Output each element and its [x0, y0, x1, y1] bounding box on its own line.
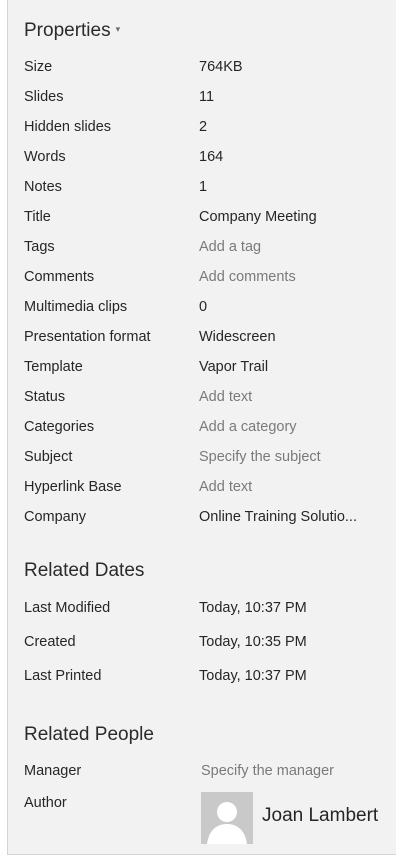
property-label: Multimedia clips: [24, 299, 128, 315]
property-row-hidden-slides: Hidden slides 2: [24, 116, 394, 138]
property-value: 11: [199, 89, 215, 105]
property-value: Vapor Trail: [199, 359, 269, 375]
date-value: Today, 10:35 PM: [199, 634, 307, 650]
document-properties-pane: Properties ▾ Size 764KB Slides 11 Hidden …: [7, 0, 396, 855]
property-label: Subject: [24, 449, 73, 465]
property-value: 764KB: [199, 59, 243, 75]
property-label: Slides: [24, 89, 64, 105]
date-label: Last Printed: [24, 668, 102, 684]
property-label: Company: [24, 509, 87, 525]
chevron-down-icon[interactable]: ▾: [116, 24, 121, 35]
property-label: Tags: [24, 239, 55, 255]
property-label: Title: [24, 209, 51, 225]
property-row-status: Status Add text: [24, 386, 394, 408]
property-row-company: Company Online Training Solutio...: [24, 506, 394, 528]
date-row-created: Created Today, 10:35 PM: [24, 631, 394, 653]
property-value: 164: [199, 149, 224, 165]
property-row-template: Template Vapor Trail: [24, 356, 394, 378]
author-name[interactable]: Joan Lambert: [262, 805, 378, 827]
property-value: 2: [199, 119, 208, 135]
related-dates-heading: Related Dates: [24, 560, 145, 581]
property-label: Notes: [24, 179, 62, 195]
property-value: Widescreen: [199, 329, 276, 345]
comments-field[interactable]: Add comments: [199, 266, 394, 288]
property-label: Status: [24, 389, 66, 405]
avatar[interactable]: [201, 792, 253, 844]
manager-field[interactable]: Specify the manager: [201, 760, 396, 782]
property-row-presentation-format: Presentation format Widescreen: [24, 326, 394, 348]
property-row-words: Words 164: [24, 146, 394, 168]
author-card[interactable]: Joan Lambert: [201, 792, 396, 844]
property-row-subject: Subject Specify the subject: [24, 446, 394, 468]
property-label: Hidden slides: [24, 119, 112, 135]
related-people-heading: Related People: [24, 724, 154, 745]
manager-label: Manager: [24, 763, 82, 779]
subject-field[interactable]: Specify the subject: [199, 446, 394, 468]
date-value: Today, 10:37 PM: [199, 600, 307, 616]
hyperlink-base-field[interactable]: Add text: [199, 476, 394, 498]
property-row-notes: Notes 1: [24, 176, 394, 198]
author-label: Author: [24, 795, 67, 811]
property-label: Hyperlink Base: [24, 479, 122, 495]
date-row-last-modified: Last Modified Today, 10:37 PM: [24, 597, 394, 619]
tags-field[interactable]: Add a tag: [199, 236, 394, 258]
date-label: Last Modified: [24, 600, 111, 616]
property-label: Size: [24, 59, 53, 75]
property-label: Words: [24, 149, 66, 165]
property-label: Categories: [24, 419, 95, 435]
properties-title[interactable]: Properties: [24, 20, 111, 41]
property-row-title: Title Company Meeting: [24, 206, 394, 228]
title-field[interactable]: Company Meeting: [199, 206, 394, 228]
status-field[interactable]: Add text: [199, 386, 394, 408]
property-label: Template: [24, 359, 83, 375]
date-label: Created: [24, 634, 76, 650]
property-label: Comments: [24, 269, 95, 285]
date-value: Today, 10:37 PM: [199, 668, 307, 684]
property-row-comments: Comments Add comments: [24, 266, 394, 288]
property-value: 0: [199, 299, 208, 315]
categories-field[interactable]: Add a category: [199, 416, 394, 438]
property-row-hyperlink-base: Hyperlink Base Add text: [24, 476, 394, 498]
property-row-multimedia-clips: Multimedia clips 0: [24, 296, 394, 318]
property-row-tags: Tags Add a tag: [24, 236, 394, 258]
property-row-size: Size 764KB: [24, 56, 394, 78]
property-value: 1: [199, 179, 208, 195]
property-label: Presentation format: [24, 329, 151, 345]
date-row-last-printed: Last Printed Today, 10:37 PM: [24, 665, 394, 687]
property-row-categories: Categories Add a category: [24, 416, 394, 438]
properties-heading[interactable]: Properties ▾: [24, 20, 120, 42]
company-field[interactable]: Online Training Solutio...: [199, 506, 394, 528]
people-row-manager: Manager Specify the manager: [24, 760, 394, 782]
property-row-slides: Slides 11: [24, 86, 394, 108]
person-silhouette-icon: [201, 792, 253, 844]
